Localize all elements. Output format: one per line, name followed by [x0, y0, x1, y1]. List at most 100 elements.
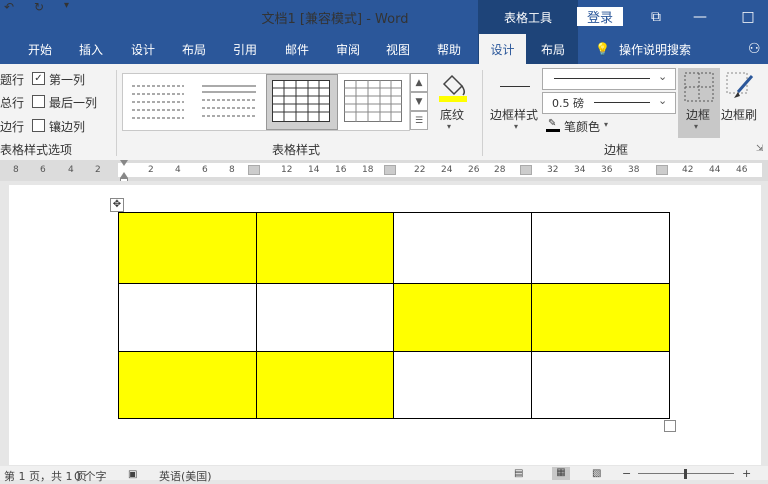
table-cell[interactable] [393, 351, 532, 419]
table-cell[interactable] [118, 351, 257, 419]
borders-dialog-launcher-icon[interactable]: ⇲ [756, 144, 764, 154]
option-banded-rows[interactable]: 边行 [0, 118, 24, 135]
border-styles-line-icon [500, 86, 530, 87]
ruler-number: 4 [175, 165, 181, 175]
option-header-row[interactable]: 题行 [0, 71, 24, 88]
language-indicator[interactable]: 英语(美国) [159, 468, 212, 484]
line-style-dropdown[interactable] [542, 68, 676, 90]
table-cell[interactable] [531, 212, 670, 284]
shading-button-label[interactable]: 底纹 [440, 106, 464, 123]
lightbulb-icon: 💡 [595, 42, 610, 56]
tab-table-layout[interactable]: 布局 [541, 34, 565, 64]
banded-columns-checkbox[interactable] [32, 119, 45, 132]
ruler-number: 22 [414, 165, 426, 175]
ruler-number: 18 [362, 165, 374, 175]
print-layout-icon[interactable]: ▦ [552, 467, 570, 480]
tab-view[interactable]: 视图 [386, 34, 410, 64]
tab-layout[interactable]: 布局 [182, 34, 206, 64]
ruler-number: 6 [202, 165, 208, 175]
shading-dropdown-arrow-icon[interactable]: ▾ [447, 122, 451, 131]
border-styles-button[interactable]: 边框样式 [490, 106, 538, 123]
maximize-button[interactable]: □ [728, 0, 768, 34]
column-marker-icon[interactable] [656, 165, 668, 175]
undo-icon[interactable]: ↶ [4, 0, 32, 14]
pen-color-icon[interactable]: ✎ [546, 118, 560, 132]
gallery-scroll-down-icon[interactable]: ▼ [410, 92, 428, 111]
line-style-chevron-down-icon: ⌄ [658, 70, 668, 83]
column-marker-icon[interactable] [384, 165, 396, 175]
ribbon-display-options-icon[interactable]: ⧉ [636, 0, 676, 34]
proofing-icon[interactable]: ▣ [128, 469, 137, 480]
banded-columns-label: 镶边列 [49, 120, 86, 134]
word-count[interactable]: 0 个字 [74, 468, 107, 484]
tab-references[interactable]: 引用 [233, 34, 257, 64]
table-tools-label: 表格工具 [478, 0, 578, 34]
line-style-preview [554, 78, 650, 79]
table-style-grid-light-option[interactable] [344, 80, 402, 122]
minimize-button[interactable]: — [680, 0, 720, 34]
table-cell[interactable] [256, 351, 394, 419]
table-cell[interactable] [393, 283, 532, 352]
table-cell[interactable] [118, 283, 257, 352]
table-style-plain-option[interactable] [130, 82, 186, 120]
option-total-row[interactable]: 总行 [0, 94, 24, 111]
ruler-number: 28 [494, 165, 506, 175]
tab-insert[interactable]: 插入 [79, 34, 103, 64]
table-cell[interactable] [531, 283, 670, 352]
tab-review[interactable]: 审阅 [336, 34, 360, 64]
zoom-out-icon[interactable]: − [622, 467, 631, 480]
first-column-checkbox[interactable]: ✓ [32, 72, 45, 85]
shading-bucket-icon[interactable] [438, 70, 468, 104]
table-resize-handle-icon[interactable] [664, 420, 676, 432]
tell-me-search[interactable]: 操作说明搜索 [619, 34, 691, 64]
tab-home[interactable]: 开始 [28, 34, 52, 64]
tab-table-design[interactable]: 设计 [479, 34, 526, 64]
ruler-number: 16 [335, 165, 347, 175]
last-column-checkbox[interactable] [32, 95, 45, 108]
pen-color-dropdown-arrow-icon: ▾ [604, 120, 609, 129]
table-cell[interactable] [118, 212, 257, 284]
table-cell[interactable] [393, 212, 532, 284]
first-column-label: 第一列 [49, 73, 86, 87]
web-layout-icon[interactable]: ▧ [592, 468, 601, 479]
ruler-number: 46 [736, 165, 748, 175]
borders-button-label: 边框 [686, 108, 711, 122]
gallery-more-icon[interactable]: ☰ [410, 111, 428, 130]
borders-group-label: 边框 [604, 143, 629, 157]
table-style-options-group-label: 表格样式选项 [0, 143, 73, 157]
redo-icon[interactable]: ↻ [34, 0, 62, 14]
table-style-light-option[interactable] [200, 82, 258, 120]
table-cell[interactable] [256, 283, 394, 352]
zoom-slider-thumb[interactable] [684, 469, 687, 479]
tab-design[interactable]: 设计 [131, 34, 155, 64]
last-column-label: 最后一列 [49, 96, 98, 110]
document-table[interactable] [118, 212, 670, 419]
borders-grid-icon [684, 72, 714, 102]
pen-color-button[interactable]: 笔颜色 [564, 118, 600, 135]
table-move-handle-icon[interactable]: ✥ [110, 198, 124, 212]
table-cell[interactable] [531, 351, 670, 419]
ruler-number: 36 [601, 165, 613, 175]
ruler-number: 34 [574, 165, 586, 175]
column-marker-icon[interactable] [248, 165, 260, 175]
customize-quick-access-icon[interactable]: ▾ [64, 0, 86, 11]
column-marker-icon[interactable] [520, 165, 532, 175]
border-painter-brush-icon[interactable] [726, 72, 756, 102]
table-style-grid-preview [272, 80, 330, 122]
gallery-scroll-up-icon[interactable]: ▲ [410, 73, 428, 92]
group-separator [116, 70, 117, 156]
zoom-in-icon[interactable]: + [742, 467, 751, 480]
table-styles-group-label: 表格样式 [272, 143, 321, 157]
ruler-number: 12 [281, 165, 293, 175]
line-weight-chevron-down-icon: ⌄ [658, 94, 668, 107]
ruler-number: 44 [709, 165, 721, 175]
table-cell[interactable] [256, 212, 394, 284]
share-user-icon[interactable]: ⚇ [748, 34, 761, 64]
read-mode-icon[interactable]: ▤ [514, 468, 523, 479]
border-painter-button[interactable]: 边框刷 [721, 106, 757, 123]
ruler-number: 14 [308, 165, 320, 175]
tab-help[interactable]: 帮助 [437, 34, 461, 64]
document-title: 文档1 [兼容模式] - Word [261, 11, 409, 27]
login-button[interactable]: 登录 [577, 7, 623, 26]
tab-mailings[interactable]: 邮件 [285, 34, 309, 64]
